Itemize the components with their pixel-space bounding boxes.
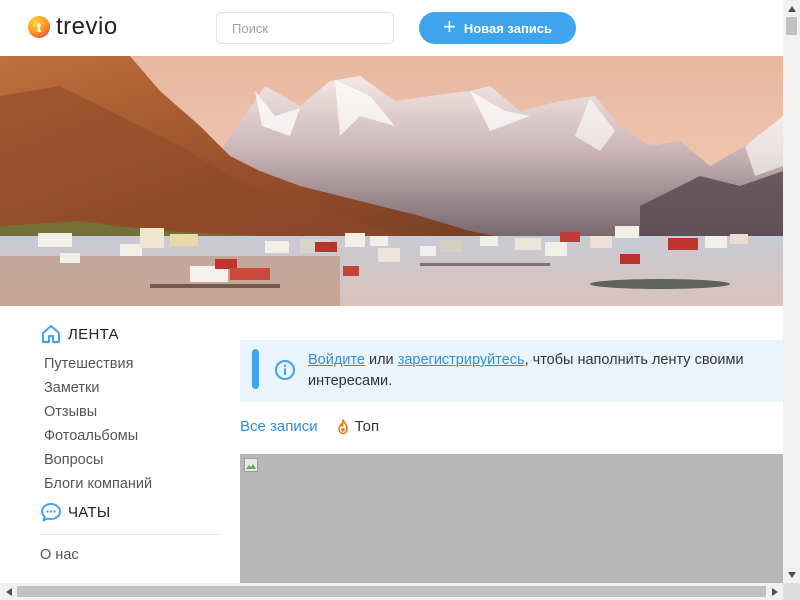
scrollbar-corner [783,583,800,600]
hero-landscape-image [0,56,783,306]
horizontal-scroll-thumb[interactable] [17,586,766,597]
login-notice: Войдите или зарегистрируйтесь, чтобы нап… [240,340,783,402]
sidebar: ЛЕНТА Путешествия Заметки Отзывы Фотоаль… [40,320,220,563]
sidebar-chats-label: ЧАТЫ [68,503,111,521]
post-card-image[interactable] [240,454,783,594]
vertical-scrollbar[interactable] [783,0,800,583]
scroll-right-arrow-icon[interactable] [766,583,783,600]
fire-icon [337,418,348,434]
new-post-label: Новая запись [463,20,553,36]
vertical-scroll-thumb[interactable] [786,17,797,35]
scroll-left-arrow-icon[interactable] [0,583,17,600]
sidebar-item-notes[interactable]: Заметки [44,376,220,400]
sidebar-item-company-blogs[interactable]: Блоги компаний [44,472,220,496]
sidebar-item-reviews[interactable]: Отзывы [44,400,220,424]
notice-accent-bar [252,349,259,389]
info-icon [275,360,295,380]
chat-bubble-icon [41,503,61,522]
sidebar-item-photo-albums[interactable]: Фотоальбомы [44,424,220,448]
sidebar-item-travel[interactable]: Путешествия [44,352,220,376]
about-link[interactable]: О нас [40,547,220,563]
logo-text: trevio [56,13,118,40]
sidebar-item-questions[interactable]: Вопросы [44,448,220,472]
broken-image-icon [244,458,258,472]
sidebar-chats-heading[interactable]: ЧАТЫ [40,498,220,526]
plus-icon: + [442,14,456,39]
top-header: t trevio + Новая запись [0,0,783,56]
register-link[interactable]: зарегистрируйтесь [398,352,525,368]
new-post-button[interactable]: + Новая запись [419,12,576,44]
notice-text: Войдите или зарегистрируйтесь, чтобы нап… [308,350,783,392]
sidebar-divider [40,534,220,535]
scroll-up-arrow-icon[interactable] [783,0,800,17]
search-input[interactable] [216,12,394,44]
notice-or: или [368,352,394,368]
hero-banner [0,56,783,306]
logo-mark-icon: t [28,16,50,38]
login-link[interactable]: Войдите [308,352,365,368]
tab-top[interactable]: Топ [336,418,379,435]
home-icon [42,325,60,343]
sidebar-feed-label: ЛЕНТА [68,325,119,343]
sidebar-feed-list: Путешествия Заметки Отзывы Фотоальбомы В… [44,352,220,496]
feed-tabs: Все записи Топ [240,418,379,435]
tab-all-posts[interactable]: Все записи [240,418,318,435]
horizontal-scrollbar[interactable] [0,583,783,600]
scroll-down-arrow-icon[interactable] [783,566,800,583]
tab-top-label: Топ [354,418,380,435]
sidebar-feed-heading[interactable]: ЛЕНТА [40,320,220,348]
site-logo[interactable]: t trevio [28,13,118,41]
